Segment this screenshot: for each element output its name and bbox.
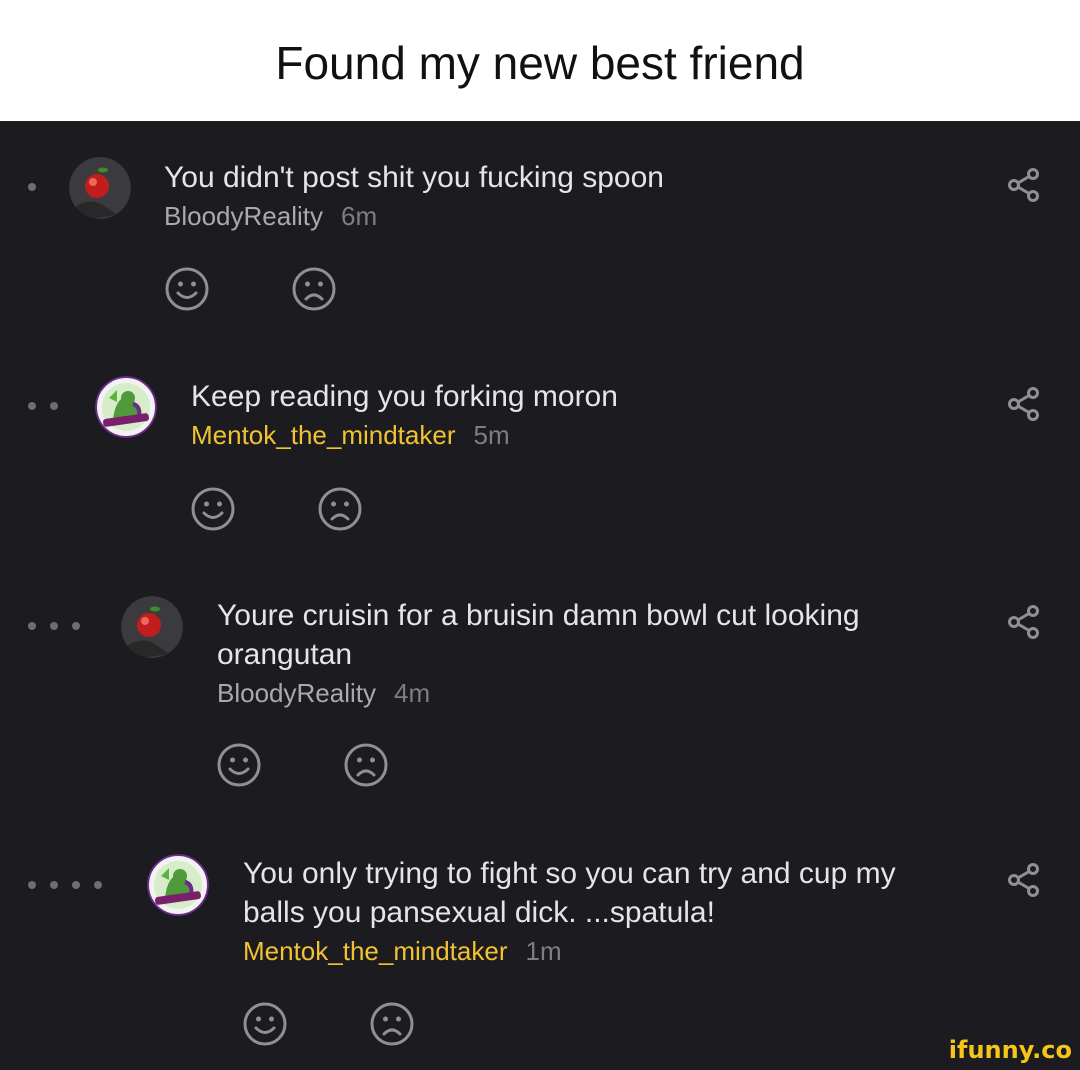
frown-icon[interactable]: [292, 267, 336, 311]
comment-meta: Mentok_the_mindtaker 1m: [243, 936, 562, 967]
comment-text: You didn't post shit you fucking spoon: [164, 161, 664, 194]
comment-username[interactable]: Mentok_the_mindtaker: [243, 936, 507, 966]
apple-avatar-icon[interactable]: [69, 157, 131, 219]
depth-dot: [28, 402, 36, 410]
comment-text: Youre cruisin for a bruisin damn bowl cu…: [217, 599, 860, 671]
depth-dot: [72, 622, 80, 630]
comment-text: Keep reading you forking moron: [191, 380, 618, 413]
frown-icon[interactable]: [370, 1002, 414, 1046]
thread-depth-dots: [28, 622, 80, 630]
comment-username[interactable]: BloodyReality: [164, 201, 323, 231]
depth-dot: [50, 622, 58, 630]
comment-time: 6m: [340, 201, 378, 231]
share-icon[interactable]: [1008, 605, 1040, 639]
comment-meta: Mentok_the_mindtaker 5m: [191, 420, 510, 451]
post-header: Found my new best friend: [0, 0, 1080, 121]
depth-dot: [94, 881, 102, 889]
comment-meta: BloodyReality 4m: [217, 678, 430, 709]
comment-text: You only trying to fight so you can try …: [243, 857, 896, 929]
comment-username[interactable]: BloodyReality: [217, 678, 376, 708]
share-icon[interactable]: [1008, 168, 1040, 202]
apple-avatar-icon[interactable]: [121, 596, 183, 658]
post-title: Found my new best friend: [275, 37, 805, 89]
comment-username[interactable]: Mentok_the_mindtaker: [191, 420, 455, 450]
share-icon[interactable]: [1008, 387, 1040, 421]
comment-time: 5m: [473, 420, 510, 450]
thread-depth-dots: [28, 183, 36, 191]
mentok-avatar-icon[interactable]: [95, 376, 157, 438]
depth-dot: [50, 881, 58, 889]
frown-icon[interactable]: [318, 487, 362, 531]
thread-depth-dots: [28, 402, 58, 410]
mentok-avatar-icon[interactable]: [147, 854, 209, 916]
smile-icon[interactable]: [165, 267, 209, 311]
frown-icon[interactable]: [344, 743, 388, 787]
smile-icon[interactable]: [217, 743, 261, 787]
smile-icon[interactable]: [243, 1002, 287, 1046]
comment-time: 1m: [525, 936, 562, 966]
depth-dot: [28, 622, 36, 630]
comment-thread: You didn't post shit you fucking spoon B…: [0, 121, 1080, 1070]
depth-dot: [50, 402, 58, 410]
thread-depth-dots: [28, 881, 102, 889]
share-icon[interactable]: [1008, 863, 1040, 897]
depth-dot: [28, 881, 36, 889]
ifunny-watermark: ifunny.co: [948, 1036, 1072, 1064]
depth-dot: [28, 183, 36, 191]
comment-time: 4m: [393, 678, 431, 708]
smile-icon[interactable]: [191, 487, 235, 531]
comment-meta: BloodyReality 6m: [164, 201, 377, 232]
depth-dot: [72, 881, 80, 889]
